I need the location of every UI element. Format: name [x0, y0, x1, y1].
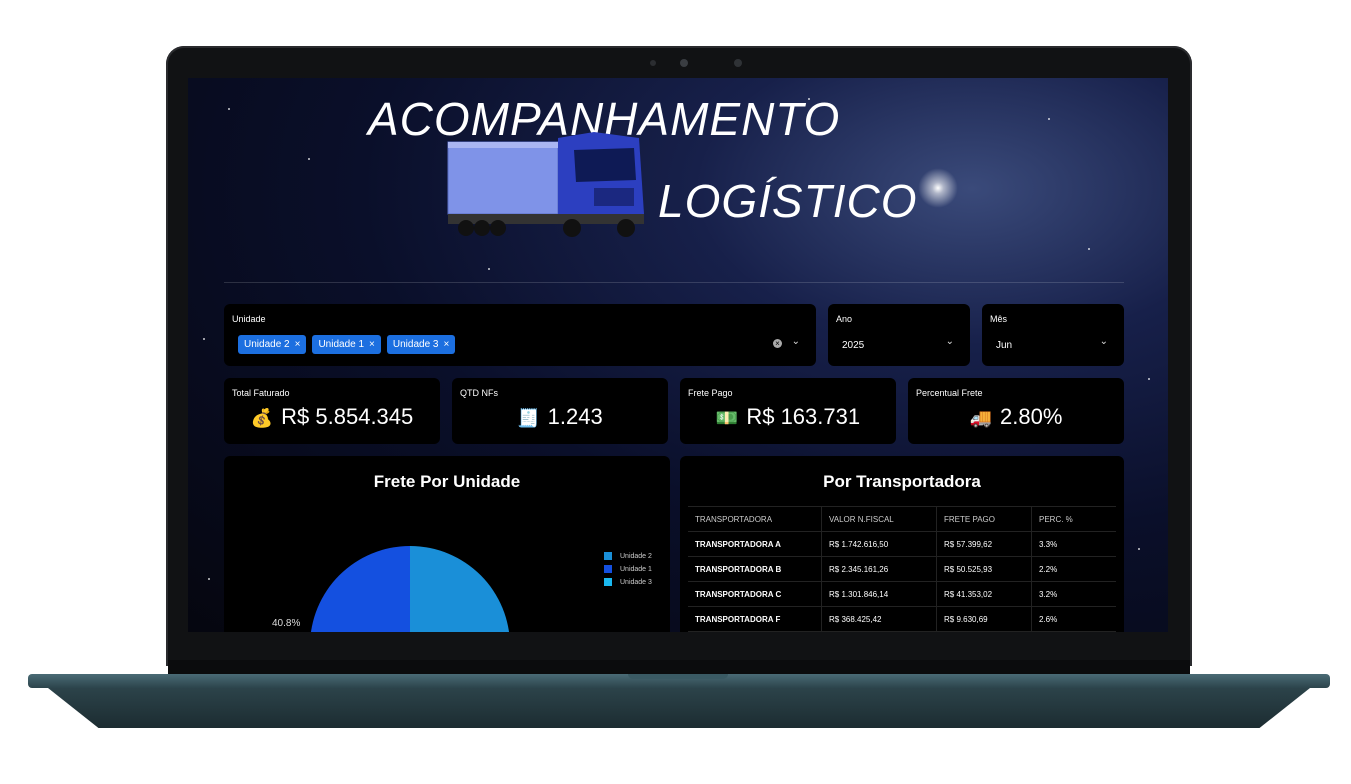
kpi-label: Total Faturado	[232, 388, 290, 398]
mes-value: Jun	[996, 340, 1013, 351]
kpi-value: 2.80%	[1000, 404, 1063, 429]
unidade-multiselect[interactable]: Unidade Unidade 2 × Unidade 1 × Unidade 3 × ×…	[224, 304, 816, 366]
chevron-down-icon[interactable]: ⌄	[792, 336, 800, 347]
clear-icon[interactable]: ×	[773, 339, 782, 348]
mes-select[interactable]: Mês Jun ⌄	[982, 304, 1124, 366]
remove-tag-icon[interactable]: ×	[443, 339, 449, 350]
chevron-down-icon[interactable]: ⌄	[946, 336, 954, 347]
legend-item[interactable]: Unidade 3	[604, 578, 652, 586]
pie-percent-label: 40.8%	[272, 618, 301, 629]
table-row[interactable]: TRANSPORTADORA B R$ 2.345.161,26 R$ 50.525…	[688, 556, 1116, 582]
tag-unidade-3[interactable]: Unidade 3 ×	[386, 335, 456, 354]
legend-swatch	[604, 552, 612, 560]
ano-label: Ano	[836, 314, 853, 324]
kpi-label: QTD NFs	[460, 388, 498, 398]
dashboard-screen: ACOMPANHAMENTO LOGÍSTICO Unidade Unidade…	[188, 78, 1168, 632]
legend-swatch	[604, 578, 612, 586]
kpi-label: Frete Pago	[688, 388, 733, 398]
ano-select[interactable]: Ano 2025 ⌄	[828, 304, 970, 366]
unidade-label: Unidade	[232, 314, 266, 324]
truck-icon	[447, 132, 644, 237]
pie-legend: Unidade 2 Unidade 1 Unidade 3	[604, 552, 652, 591]
pie-chart-title: Frete Por Unidade	[373, 472, 521, 491]
table-title: Por Transportadora	[823, 472, 981, 491]
mes-label: Mês	[990, 314, 1008, 324]
camera-lens-icon	[680, 59, 688, 67]
legend-swatch	[604, 565, 612, 573]
kpi-qtd-nfs: QTD NFs 🧾 1.243	[452, 378, 668, 444]
money-bag-icon: 💰	[250, 408, 274, 428]
remove-tag-icon[interactable]: ×	[295, 339, 301, 350]
table-row[interactable]: TRANSPORTADORA A R$ 1.742.616,50 R$ 57.399…	[688, 531, 1116, 557]
laptop-base	[28, 660, 1330, 730]
chevron-down-icon[interactable]: ⌄	[1100, 336, 1108, 347]
camera-dot	[650, 60, 656, 66]
pie-chart-card: Frete Por Unidade Unidade 2 Unidade 1 Un…	[224, 456, 670, 632]
kpi-frete-pago: Frete Pago 💵 R$ 163.731	[680, 378, 896, 444]
tag-unidade-2[interactable]: Unidade 2 ×	[238, 335, 307, 354]
page-title-line2: LOGÍSTICO	[658, 175, 918, 227]
pie-slice-unidade-3[interactable]	[410, 546, 510, 632]
kpi-value: 1.243	[547, 404, 603, 429]
legend-item[interactable]: Unidade 2	[604, 552, 652, 560]
table-row[interactable]: TRANSPORTADORA C R$ 1.301.846,14 R$ 41.353…	[688, 581, 1116, 607]
pie-slice-unidade-1[interactable]	[310, 546, 410, 632]
receipt-icon: 🧾	[517, 408, 540, 428]
pie-chart	[310, 546, 510, 632]
kpi-value: R$ 5.854.345	[281, 404, 414, 429]
table-header-row: TRANSPORTADORA VALOR N.FISCAL FRETE PAGO…	[688, 506, 1116, 532]
legend-item[interactable]: Unidade 1	[604, 565, 652, 573]
ano-value: 2025	[842, 340, 865, 351]
kpi-value: R$ 163.731	[746, 404, 861, 429]
kpi-percentual-frete: Percentual Frete 🚚 2.80%	[908, 378, 1124, 444]
header-divider	[224, 282, 1124, 283]
kpi-label: Percentual Frete	[916, 388, 983, 398]
camera-sensor	[734, 59, 742, 67]
table-row[interactable]: TRANSPORTADORA F R$ 368.425,42 R$ 9.630,69…	[688, 606, 1116, 632]
transportadora-card: Por Transportadora TRANSPORTADORA VALOR …	[680, 456, 1124, 632]
column-header[interactable]: PERC. %	[1031, 506, 1116, 532]
money-icon: 💵	[715, 408, 739, 428]
tag-unidade-1[interactable]: Unidade 1 ×	[312, 335, 381, 354]
truck-icon: 🚚	[969, 408, 993, 428]
transportadora-table: TRANSPORTADORA VALOR N.FISCAL FRETE PAGO…	[688, 506, 1116, 632]
light-flare	[918, 168, 958, 208]
kpi-total-faturado: Total Faturado 💰 R$ 5.854.345	[224, 378, 440, 444]
column-header[interactable]: FRETE PAGO	[936, 506, 1032, 532]
column-header[interactable]: VALOR N.FISCAL	[821, 506, 937, 532]
remove-tag-icon[interactable]: ×	[369, 339, 375, 350]
column-header[interactable]: TRANSPORTADORA	[688, 506, 822, 532]
